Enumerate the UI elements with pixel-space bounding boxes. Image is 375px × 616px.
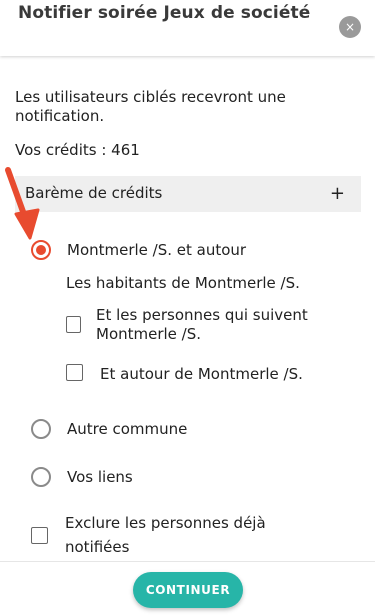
modal-title: Notifier soirée Jeux de société — [18, 3, 311, 23]
close-button[interactable]: × — [339, 16, 361, 38]
checkbox-followers[interactable] — [66, 316, 81, 333]
radio-selected-dot — [36, 245, 46, 255]
continue-button[interactable]: CONTINUER — [133, 572, 243, 608]
credits-text: Vos crédits : 461 — [15, 141, 140, 159]
bareme-accordion[interactable]: Barème de crédits + — [15, 176, 361, 212]
checkbox-exclude-label-line2[interactable]: notifiées — [65, 539, 129, 556]
expand-plus-icon: + — [329, 183, 345, 204]
checkbox-around-label[interactable]: Et autour de Montmerle /S. — [100, 366, 303, 383]
radio-vos-liens-label[interactable]: Vos liens — [67, 469, 133, 486]
annotation-arrow-icon — [5, 167, 40, 240]
radio-autre-commune-label[interactable]: Autre commune — [67, 421, 187, 438]
intro-text: Les utilisateurs ciblés recevront une no… — [15, 88, 286, 125]
checkbox-followers-label-line1[interactable]: Et les personnes qui suivent — [96, 307, 308, 324]
modal-header: Notifier soirée Jeux de société × — [0, 0, 375, 56]
notify-modal: Notifier soirée Jeux de société × Les ut… — [0, 0, 375, 616]
checkbox-exclude-label-line1[interactable]: Exclure les personnes déjà — [65, 515, 266, 532]
radio-autre-commune[interactable] — [31, 419, 51, 439]
radio-montmerle-label[interactable]: Montmerle /S. et autour — [67, 242, 246, 259]
checkbox-exclude-notified[interactable] — [31, 527, 48, 544]
montmerle-residents-label: Les habitants de Montmerle /S. — [66, 274, 300, 292]
footer-divider — [0, 561, 375, 562]
radio-vos-liens[interactable] — [31, 467, 51, 487]
radio-montmerle[interactable] — [31, 240, 51, 260]
checkbox-followers-label-line2[interactable]: Montmerle /S. — [96, 326, 201, 343]
checkbox-around[interactable] — [66, 364, 83, 381]
